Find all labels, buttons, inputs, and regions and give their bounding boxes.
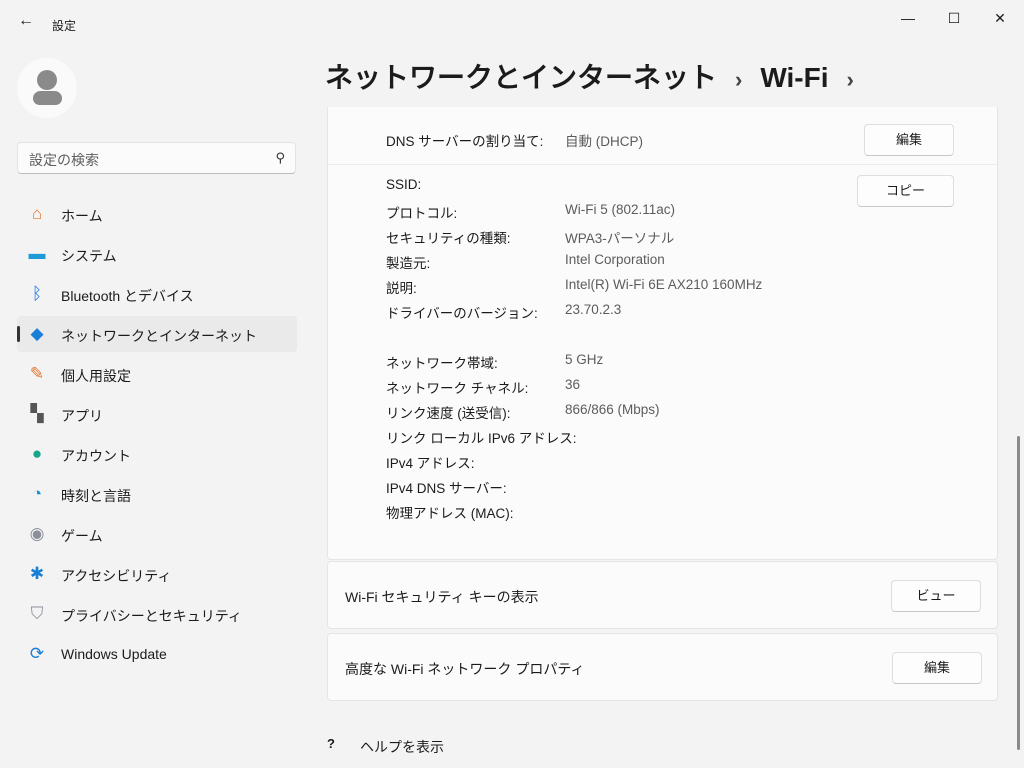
property-label: SSID:: [386, 177, 422, 192]
close-button[interactable]: ✕: [977, 6, 1023, 30]
sidebar-item-label: アクセシビリティ: [61, 568, 172, 584]
chevron-right-icon: ›: [846, 67, 854, 92]
property-label: 製造元:: [386, 256, 431, 271]
property-value: WPA3-パーソナル: [565, 231, 675, 246]
avatar[interactable]: [17, 58, 77, 118]
copy-button[interactable]: コピー: [857, 175, 954, 207]
search-placeholder: 設定の検索: [29, 152, 99, 168]
property-label: IPv4 アドレス:: [386, 456, 475, 471]
scrollbar[interactable]: [1017, 436, 1020, 750]
sidebar-item[interactable]: ⌂ ホーム: [17, 196, 297, 232]
property-value: 5 GHz: [565, 352, 604, 367]
property-value: Intel Corporation: [565, 252, 665, 267]
sidebar-item-label: Windows Update: [61, 646, 167, 662]
sidebar-item[interactable]: ▚ アプリ: [17, 396, 297, 432]
advanced-label: 高度な Wi-Fi ネットワーク プロパティ: [345, 661, 585, 677]
maximize-button[interactable]: ☐: [931, 6, 977, 30]
property-label: リンク ローカル IPv6 アドレス:: [386, 431, 577, 446]
apps-icon: ▚: [30, 404, 44, 423]
search-icon: ⚲: [275, 150, 285, 165]
sidebar-item[interactable]: ◉ ゲーム: [17, 516, 297, 552]
advanced-edit-button[interactable]: 編集: [892, 652, 982, 684]
brush-icon: ✎: [29, 364, 45, 383]
windows-update-icon: ⟳: [29, 644, 45, 663]
breadcrumb: ネットワークとインターネット › Wi-Fi ›: [325, 56, 872, 96]
sidebar-item[interactable]: ▬ システム: [17, 236, 297, 272]
property-label: リンク速度 (送受信):: [386, 406, 511, 421]
home-icon: ⌂: [31, 204, 43, 223]
bluetooth-icon: ᛒ: [31, 284, 43, 303]
property-value: Intel(R) Wi-Fi 6E AX210 160MHz: [565, 277, 763, 292]
property-label: プロトコル:: [386, 206, 458, 221]
property-label: ドライバーのバージョン:: [386, 306, 538, 321]
dns-edit-button[interactable]: 編集: [864, 124, 954, 156]
sidebar-item-label: 時刻と言語: [61, 488, 131, 504]
minimize-button[interactable]: —: [885, 6, 931, 30]
property-value: 866/866 (Mbps): [565, 402, 660, 417]
breadcrumb-current: Wi-Fi: [760, 62, 829, 93]
property-label: IPv4 DNS サーバー:: [386, 481, 507, 496]
sidebar-item-label: プライバシーとセキュリティ: [61, 608, 242, 624]
sidebar-item-label: アカウント: [61, 448, 131, 464]
chevron-right-icon: ›: [735, 67, 743, 92]
system-icon: ▬: [28, 244, 46, 263]
shield-icon: ⛉: [30, 604, 44, 623]
sidebar-item[interactable]: ✎ 個人用設定: [17, 356, 297, 392]
divider: [328, 164, 997, 165]
help-link[interactable]: ヘルプを表示: [360, 737, 444, 757]
property-label: 物理アドレス (MAC):: [386, 506, 514, 521]
property-value: Wi-Fi 5 (802.11ac): [565, 202, 676, 217]
window-title: 設定: [52, 19, 77, 33]
property-value: 23.70.2.3: [565, 302, 622, 317]
property-label: 説明:: [386, 281, 417, 296]
property-label: セキュリティの種類:: [386, 231, 511, 246]
gamepad-icon: ◉: [29, 524, 45, 543]
dns-label: DNS サーバーの割り当て:: [386, 134, 544, 149]
property-value: 36: [565, 377, 581, 392]
dns-value: 自動 (DHCP): [565, 134, 643, 149]
back-arrow-icon[interactable]: ←: [16, 12, 36, 30]
selection-indicator: [17, 326, 20, 342]
property-label: ネットワーク帯域:: [386, 356, 498, 371]
security-key-label: Wi-Fi セキュリティ キーの表示: [345, 589, 539, 605]
sidebar-item[interactable]: ⛉ プライバシーとセキュリティ: [17, 596, 297, 632]
wifi-icon: ◆: [30, 324, 44, 343]
accessibility-icon: ✱: [29, 564, 45, 583]
property-label: ネットワーク チャネル:: [386, 381, 529, 396]
sidebar-item[interactable]: ◆ ネットワークとインターネット: [17, 316, 297, 352]
sidebar-item[interactable]: ᛒ Bluetooth とデバイス: [17, 276, 297, 312]
sidebar-item[interactable]: ✱ アクセシビリティ: [17, 556, 297, 592]
account-icon: ●: [31, 444, 43, 463]
sidebar-item-label: システム: [61, 248, 117, 264]
sidebar-item-label: ネットワークとインターネット: [61, 328, 257, 344]
sidebar-item[interactable]: ◔ 時刻と言語: [17, 476, 297, 512]
time-language-icon: ◔: [31, 484, 43, 503]
sidebar-item-label: ゲーム: [61, 528, 103, 544]
help-icon: ?: [327, 736, 335, 751]
sidebar-item[interactable]: ● アカウント: [17, 436, 297, 472]
sidebar-item[interactable]: ⟳ Windows Update: [17, 636, 297, 672]
sidebar-item-label: アプリ: [61, 408, 103, 424]
sidebar-item-label: 個人用設定: [61, 368, 131, 384]
sidebar-item-label: Bluetooth とデバイス: [61, 288, 194, 304]
breadcrumb-parent[interactable]: ネットワークとインターネット: [325, 62, 717, 93]
search-input[interactable]: 設定の検索 ⚲: [17, 142, 296, 174]
sidebar-item-label: ホーム: [61, 208, 103, 224]
view-button[interactable]: ビュー: [891, 580, 981, 612]
